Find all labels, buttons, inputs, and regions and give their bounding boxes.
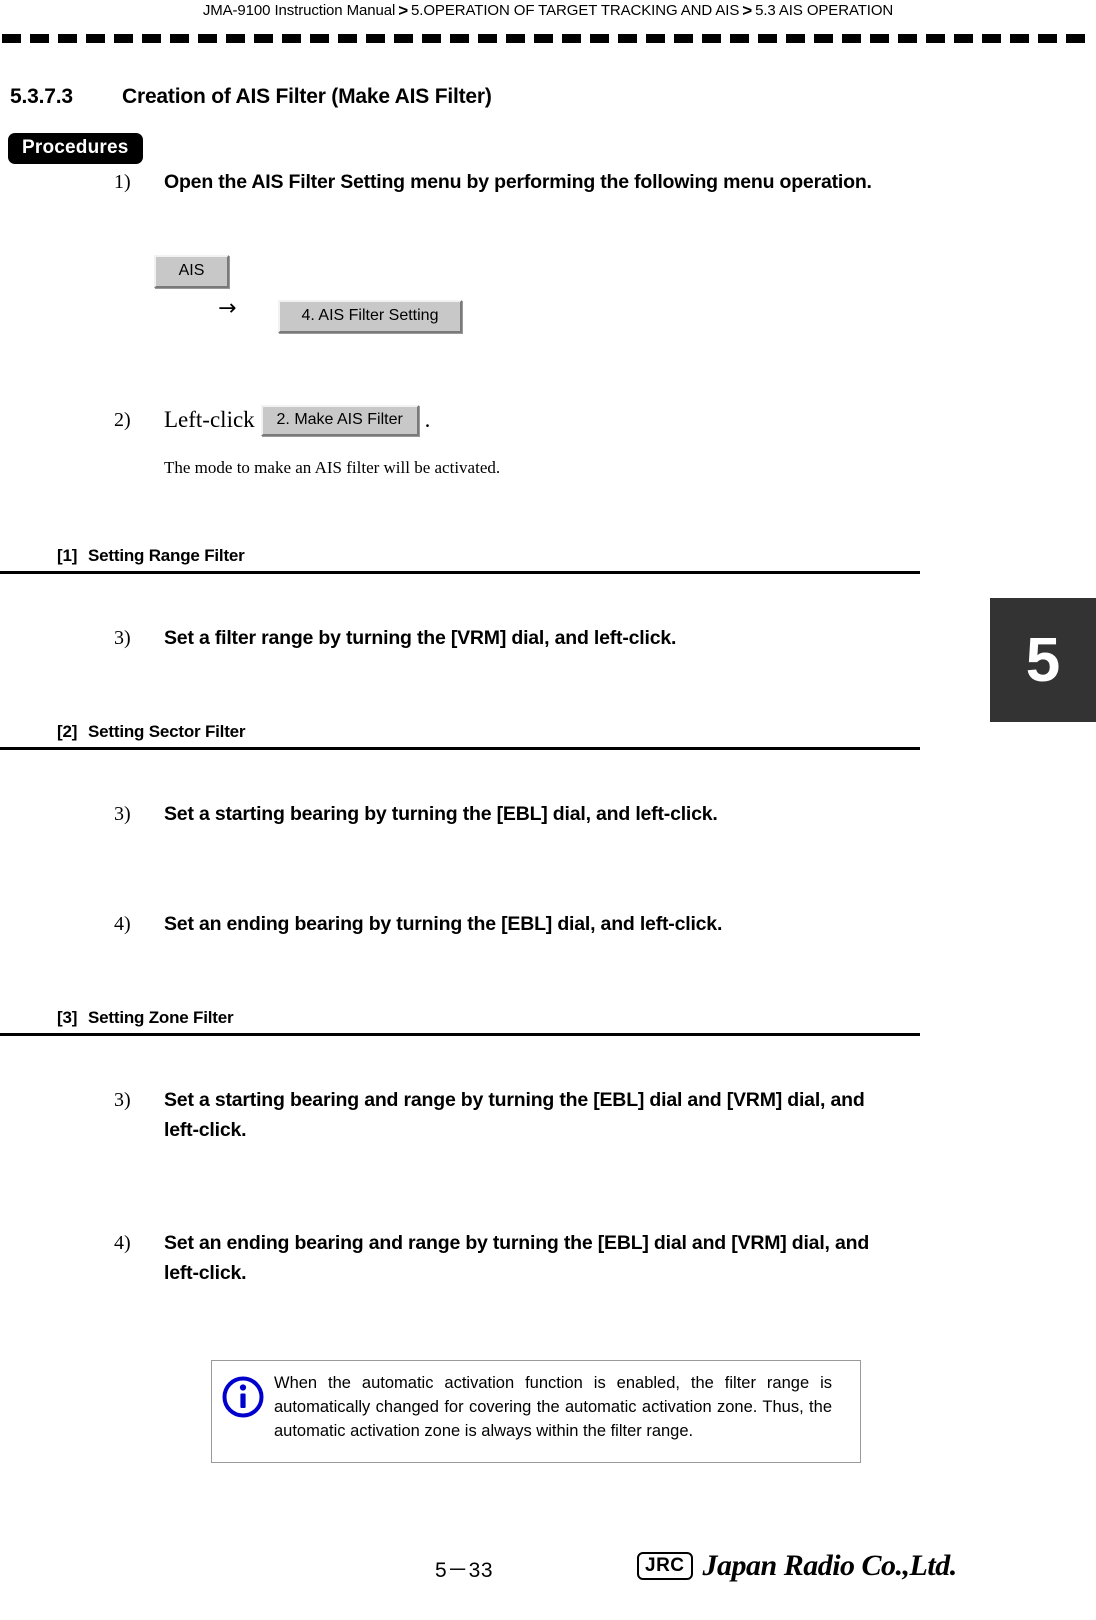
step-1-number: 1) (114, 171, 131, 193)
subsection-1-step-3-text: Set a filter range by turning the [VRM] … (164, 627, 677, 649)
page-header: JMA-9100 Instruction Manual >5.OPERATION … (0, 0, 1096, 22)
menu-key-make-ais-filter[interactable]: 2. Make AIS Filter (260, 405, 419, 436)
info-icon (212, 1361, 274, 1419)
info-note-text: When the automatic activation function i… (274, 1374, 832, 1440)
subsection-2-step-4-number: 4) (114, 913, 131, 935)
subsection-3-step-3: 3) Set a starting bearing and range by t… (114, 1085, 904, 1145)
jrc-company-name: Japan Radio Co.,Ltd. (702, 1549, 958, 1582)
jrc-mark: JRC (637, 1551, 693, 1581)
subsection-2-step-4: 4) Set an ending bearing by turning the … (114, 909, 904, 939)
page-title: 5.3.7.3 Creation of AIS Filter (Make AIS … (10, 85, 492, 109)
menu-key-ais[interactable]: AIS (154, 255, 229, 288)
subsection-heading-2: [2] Setting Sector Filter (0, 722, 920, 750)
header-section: 5.3 AIS OPERATION (755, 2, 894, 19)
step-2-prefix: Left-click (164, 407, 255, 432)
subsection-2-step-3-number: 3) (114, 803, 131, 825)
step-2: 2) Left-click 2. Make AIS Filter. (114, 405, 874, 436)
section-title-text: Creation of AIS Filter (Make AIS Filter) (122, 85, 492, 108)
subsection-2-step-4-text: Set an ending bearing by turning the [EB… (164, 913, 723, 935)
step-2-number: 2) (114, 409, 131, 431)
subsection-2-step-3-text: Set a starting bearing by turning the [E… (164, 803, 718, 825)
subsection-heading-1: [1] Setting Range Filter (0, 546, 920, 574)
header-dashed-rule (2, 34, 1094, 43)
arrow-right-icon: → (218, 296, 237, 321)
section-number: 5.3.7.3 (10, 85, 73, 108)
subsection-2-title: Setting Sector Filter (88, 722, 246, 741)
subsection-1-step-3: 3) Set a filter range by turning the [VR… (114, 623, 904, 653)
subsection-2-step-3: 3) Set a starting bearing by turning the… (114, 799, 904, 829)
procedures-badge: Procedures (8, 133, 143, 164)
chapter-tab-5: 5 (990, 598, 1096, 722)
subsection-3-step-4-text: Set an ending bearing and range by turni… (164, 1232, 870, 1284)
subsection-3-step-3-number: 3) (114, 1089, 131, 1111)
page-number: 5－33 (435, 1559, 494, 1582)
subsection-3-step-4-number: 4) (114, 1232, 131, 1254)
info-note-box: When the automatic activation function i… (211, 1360, 861, 1463)
subsection-2-tag: [2] (57, 722, 78, 741)
subsection-3-tag: [3] (57, 1008, 78, 1027)
subsection-1-tag: [1] (57, 546, 78, 565)
header-separator-1: > (398, 1, 409, 20)
step-2-suffix: . (424, 407, 431, 432)
header-separator-2: > (742, 1, 753, 20)
step-1-text: Open the AIS Filter Setting menu by perf… (164, 171, 872, 193)
subsection-3-step-4: 4) Set an ending bearing and range by tu… (114, 1228, 904, 1288)
jrc-logo: JRC Japan Radio Co.,Ltd. (637, 1551, 957, 1581)
step-2-note: The mode to make an AIS filter will be a… (164, 458, 501, 477)
subsection-1-step-3-number: 3) (114, 627, 131, 649)
step-2-text: Left-click 2. Make AIS Filter. (164, 405, 430, 436)
step-1: 1) Open the AIS Filter Setting menu by p… (114, 167, 874, 197)
subsection-3-title: Setting Zone Filter (88, 1008, 234, 1027)
subsection-heading-3: [3] Setting Zone Filter (0, 1008, 920, 1036)
subsection-1-title: Setting Range Filter (88, 546, 245, 565)
header-chapter: 5.OPERATION OF TARGET TRACKING AND AIS (411, 2, 740, 19)
header-manual-title: JMA-9100 Instruction Manual (202, 2, 396, 19)
menu-key-ais-filter-setting[interactable]: 4. AIS Filter Setting (278, 300, 462, 333)
subsection-3-step-3-text: Set a starting bearing and range by turn… (164, 1089, 865, 1141)
